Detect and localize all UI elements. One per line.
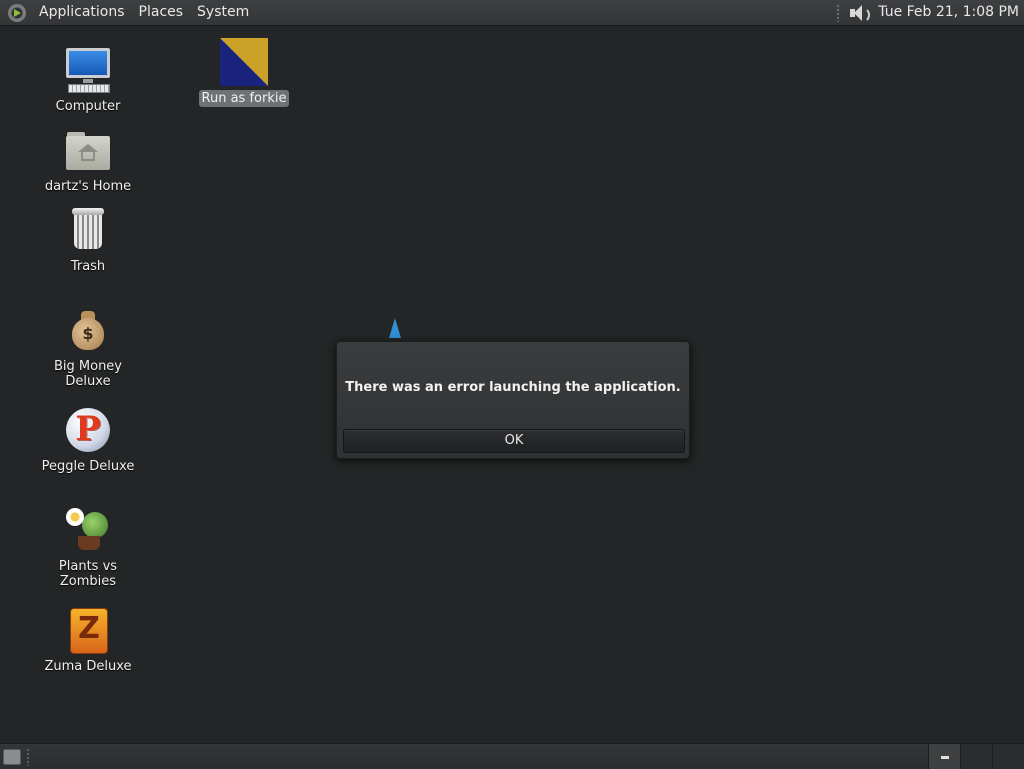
desktop-icon-label: Computer — [55, 99, 121, 114]
desktop-icon-label: Peggle Deluxe — [41, 459, 135, 474]
menu-system[interactable]: System — [190, 0, 256, 25]
desktop-icon-big-money-deluxe[interactable]: $ Big Money Deluxe — [28, 306, 148, 390]
workspace-switcher-2[interactable] — [960, 744, 993, 769]
desktop-icon-label: dartz's Home — [44, 179, 132, 194]
volume-icon[interactable] — [848, 3, 871, 23]
error-message: There was an error launching the applica… — [345, 380, 681, 395]
desktop-icon-plants-vs-zombies[interactable]: Plants vs Zombies — [28, 506, 148, 590]
trash-icon — [64, 206, 112, 254]
menu-places[interactable]: Places — [132, 0, 191, 25]
desktop-icon-label: Trash — [70, 259, 106, 274]
desktop-icon-home[interactable]: dartz's Home — [28, 126, 148, 195]
error-dialog: There was an error launching the applica… — [336, 341, 690, 459]
desktop-icon-label: Run as forkie — [198, 90, 290, 107]
plants-vs-zombies-icon — [64, 506, 112, 554]
menu-applications[interactable]: Applications — [32, 0, 132, 25]
desktop-icon-trash[interactable]: Trash — [28, 206, 148, 275]
show-desktop-icon[interactable] — [3, 749, 21, 765]
mouse-pointer-icon — [389, 318, 401, 338]
ok-button[interactable]: OK — [343, 429, 685, 453]
launcher-icon — [220, 38, 268, 86]
workspace-switcher-3[interactable] — [992, 744, 1024, 769]
desktop-icon-label: Big Money Deluxe — [53, 359, 122, 389]
desktop-icon-run-as-forkie[interactable]: Run as forkie — [184, 38, 304, 107]
desktop-icon-zuma-deluxe[interactable]: Zuma Deluxe — [28, 606, 148, 675]
panel-grip-handle[interactable] — [26, 748, 30, 766]
window-thumbnail — [941, 756, 949, 759]
panel-grip-handle[interactable] — [836, 3, 841, 22]
desktop-icon-peggle-deluxe[interactable]: P Peggle Deluxe — [28, 406, 148, 475]
home-folder-icon — [64, 126, 112, 174]
top-panel: Applications Places System Tue Feb 21, 1… — [0, 0, 1024, 26]
workspace-switcher-1[interactable] — [928, 744, 961, 769]
computer-icon — [64, 46, 112, 94]
main-menu-logo-icon[interactable] — [8, 3, 26, 22]
clock[interactable]: Tue Feb 21, 1:08 PM — [878, 0, 1019, 25]
zuma-icon — [64, 606, 112, 654]
bottom-panel — [0, 743, 1024, 769]
desktop-icon-computer[interactable]: Computer — [28, 46, 148, 115]
peggle-icon: P — [64, 406, 112, 454]
money-bag-icon: $ — [64, 306, 112, 354]
desktop-icon-label: Zuma Deluxe — [44, 659, 132, 674]
desktop-icon-label: Plants vs Zombies — [58, 559, 118, 589]
